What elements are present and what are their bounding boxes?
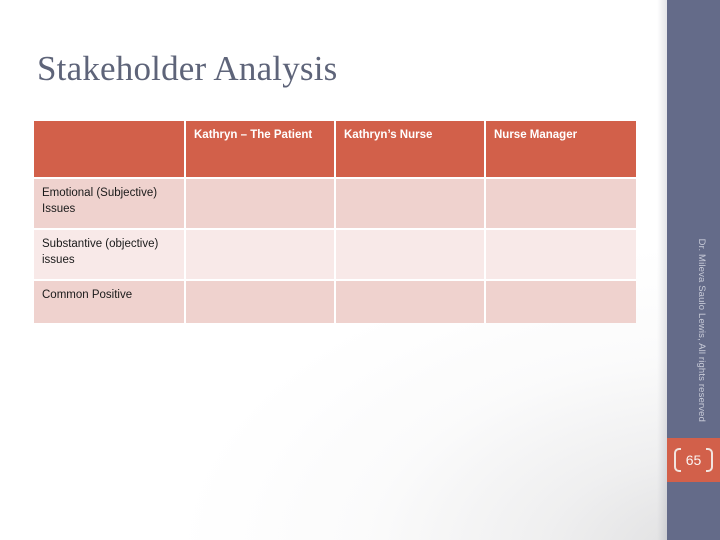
cell-emotional-kathryns-nurse[interactable] bbox=[335, 178, 486, 230]
cell-common-positive-kathryn-patient[interactable] bbox=[185, 280, 336, 323]
page-number: 65 bbox=[685, 452, 702, 468]
sidebar-edge-shadow bbox=[657, 0, 667, 540]
cell-emotional-nurse-manager[interactable] bbox=[485, 178, 636, 230]
table-row: Emotional (Subjective) Issues bbox=[34, 178, 636, 230]
table-row: Substantive (objective) issues bbox=[34, 229, 636, 281]
cell-common-positive-kathryns-nurse[interactable] bbox=[335, 280, 486, 323]
stakeholder-analysis-table: Kathryn – The Patient Kathryn’s Nurse Nu… bbox=[34, 121, 636, 323]
cell-common-positive-nurse-manager[interactable] bbox=[485, 280, 636, 323]
cell-substantive-kathryn-patient[interactable] bbox=[185, 229, 336, 281]
row-label-emotional-subjective-issues: Emotional (Subjective) Issues bbox=[34, 178, 186, 230]
cell-emotional-kathryn-patient[interactable] bbox=[185, 178, 336, 230]
slide-canvas: Stakeholder Analysis Kathryn – The Patie… bbox=[0, 0, 720, 540]
page-number-badge: 65 bbox=[667, 438, 720, 482]
copyright-container: Dr. Mileva Saulo Lewis, All rights reser… bbox=[667, 222, 720, 422]
table-row: Common Positive bbox=[34, 280, 636, 323]
right-sidebar: Dr. Mileva Saulo Lewis, All rights reser… bbox=[667, 0, 720, 540]
row-label-common-positive: Common Positive bbox=[34, 280, 186, 323]
column-header-kathryns-nurse: Kathryn’s Nurse bbox=[335, 121, 486, 179]
copyright-notice: Dr. Mileva Saulo Lewis, All rights reser… bbox=[696, 238, 707, 422]
table-header-row: Kathryn – The Patient Kathryn’s Nurse Nu… bbox=[34, 121, 636, 179]
column-header-nurse-manager: Nurse Manager bbox=[485, 121, 636, 179]
row-label-substantive-objective-issues: Substantive (objective) issues bbox=[34, 229, 186, 281]
column-header-kathryn-patient: Kathryn – The Patient bbox=[185, 121, 336, 179]
cell-substantive-kathryns-nurse[interactable] bbox=[335, 229, 486, 281]
column-header-corner bbox=[34, 121, 186, 179]
cell-substantive-nurse-manager[interactable] bbox=[485, 229, 636, 281]
page-title: Stakeholder Analysis bbox=[37, 49, 338, 88]
